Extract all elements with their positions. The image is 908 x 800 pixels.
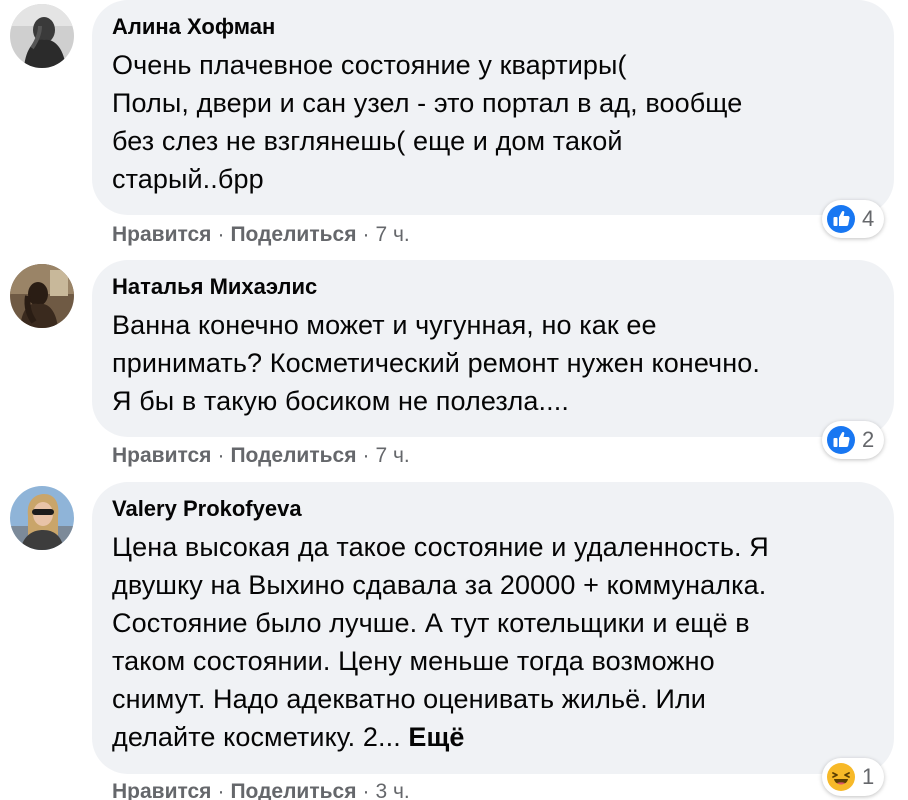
like-icon [827,205,855,233]
like-link[interactable]: Нравится [112,780,211,800]
avatar[interactable] [10,486,74,550]
haha-icon [827,763,855,791]
author-name[interactable]: Наталья Михаэлис [112,274,317,300]
share-link[interactable]: Поделиться [230,444,356,467]
reaction-count: 2 [862,427,875,452]
reaction-badge[interactable]: 1 [822,758,885,796]
comment-bubble: Алина Хофман Очень плачевное состояние у… [92,0,894,215]
share-link[interactable]: Поделиться [230,223,356,246]
reaction-badge[interactable]: 2 [822,421,885,459]
comment-text: Очень плачевное состояние у квартиры(Пол… [112,50,743,194]
separator: · [362,780,370,800]
comment-text: Цена высокая да такое состояние и удален… [112,532,769,752]
see-more-link[interactable]: Ещё [408,722,464,752]
share-link[interactable]: Поделиться [230,780,356,800]
comments-feed: Алина Хофман Очень плачевное состояние у… [0,0,908,800]
reaction-count: 1 [862,764,875,789]
separator: · [362,223,370,246]
comment-actions: Нравится · Поделиться · 3 ч. [112,780,410,800]
timestamp[interactable]: 3 ч. [375,780,409,800]
separator: · [217,223,225,246]
avatar[interactable] [10,264,74,328]
separator: · [217,780,225,800]
reaction-badge[interactable]: 4 [822,200,885,238]
like-link[interactable]: Нравится [112,223,211,246]
avatar[interactable] [10,4,74,68]
reaction-count: 4 [862,206,875,231]
author-name[interactable]: Алина Хофман [112,14,275,40]
comment-bubble: Наталья Михаэлис Ванна конечно может и ч… [92,260,894,437]
comment-actions: Нравится · Поделиться · 7 ч. [112,223,410,247]
separator: · [217,444,225,467]
like-icon [827,426,855,454]
separator: · [362,444,370,467]
author-name[interactable]: Valery Prokofyeva [112,496,302,522]
timestamp[interactable]: 7 ч. [375,444,409,467]
comment-bubble: Valery Prokofyeva Цена высокая да такое … [92,482,894,774]
comment-text: Ванна конечно может и чугунная, но как е… [112,310,760,416]
comment-actions: Нравится · Поделиться · 7 ч. [112,444,410,468]
like-link[interactable]: Нравится [112,444,211,467]
timestamp[interactable]: 7 ч. [375,223,409,246]
